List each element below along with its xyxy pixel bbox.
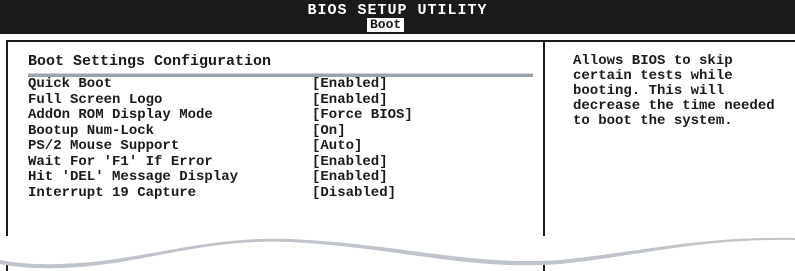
setting-label: Quick Boot	[28, 76, 113, 92]
torn-edge-decoration	[0, 236, 795, 269]
setting-label: PS/2 Mouse Support	[28, 138, 180, 154]
setting-value[interactable]: [Enabled]	[312, 76, 388, 93]
setting-label: AddOn ROM Display Mode	[28, 107, 213, 123]
setting-value[interactable]: [Auto]	[312, 138, 362, 155]
setting-value[interactable]: [Enabled]	[312, 154, 388, 171]
setting-label: Bootup Num-Lock	[28, 122, 155, 139]
setting-label: Full Screen Logo	[28, 91, 163, 108]
setting-label: Interrupt 19 Capture	[28, 184, 197, 201]
setting-label: Wait For 'F1' If Error	[28, 153, 213, 170]
setting-value[interactable]: [Disabled]	[312, 185, 396, 202]
setting-label: Hit 'DEL' Message Display	[28, 169, 239, 185]
setting-value[interactable]: [Force BIOS]	[312, 107, 413, 124]
tab-boot[interactable]: Boot	[367, 18, 405, 32]
setting-value[interactable]: [Enabled]	[312, 169, 388, 186]
setting-value[interactable]: [On]	[312, 123, 346, 140]
setting-value[interactable]: [Enabled]	[312, 92, 388, 109]
title-bar: BIOS SETUP UTILITY Boot	[0, 0, 795, 34]
section-title: Boot Settings Configuration	[28, 53, 272, 70]
help-text: Allows BIOS to skip certain tests while …	[573, 53, 775, 129]
